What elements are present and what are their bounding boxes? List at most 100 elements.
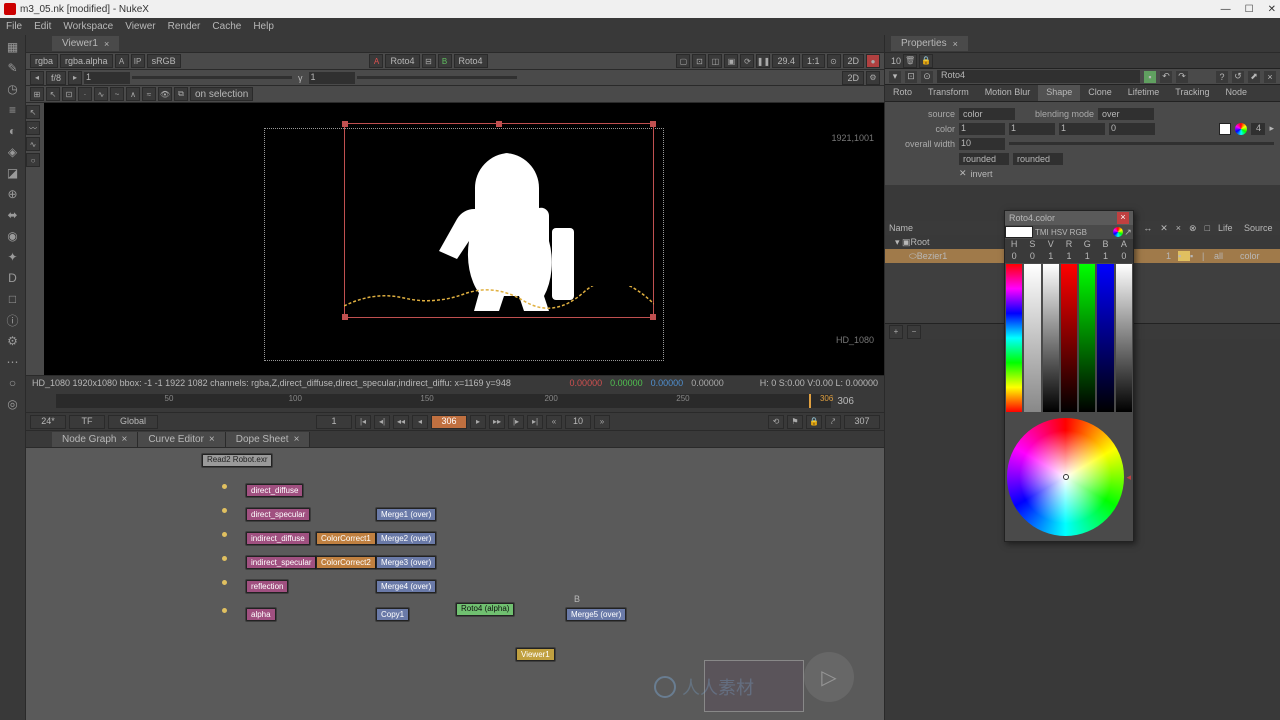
picker-close-icon[interactable]: × bbox=[1117, 212, 1129, 224]
menu-workspace[interactable]: Workspace bbox=[63, 21, 113, 32]
node-merge-5[interactable]: Merge5 (over) bbox=[566, 608, 626, 621]
playhead[interactable] bbox=[809, 394, 811, 408]
slot-b-label[interactable]: B bbox=[438, 54, 452, 68]
tab-lifetime[interactable]: Lifetime bbox=[1120, 85, 1168, 101]
next-incr-icon[interactable]: » bbox=[594, 415, 610, 429]
node-shuffle-2[interactable]: direct_specular bbox=[246, 508, 310, 521]
views-tool-icon[interactable]: □ bbox=[5, 291, 21, 307]
node-shuffle-6[interactable]: alpha bbox=[246, 608, 276, 621]
menu-render[interactable]: Render bbox=[168, 21, 201, 32]
invert-checkbox[interactable]: ✕ bbox=[959, 168, 967, 179]
record-icon[interactable]: ● bbox=[866, 54, 880, 68]
prev-frame-icon[interactable]: ◂◂ bbox=[393, 415, 409, 429]
toolsets-tool-icon[interactable]: ⚙ bbox=[5, 333, 21, 349]
close-tab-icon[interactable]: × bbox=[104, 39, 109, 49]
roto-selectall-icon[interactable]: ⊡ bbox=[62, 87, 76, 101]
colorspace-select[interactable]: sRGB bbox=[147, 54, 181, 68]
col-name[interactable]: Name bbox=[885, 223, 1005, 233]
node-roto[interactable]: Roto4 (alpha) bbox=[456, 603, 514, 616]
exposure-slider[interactable] bbox=[132, 76, 292, 79]
width-field[interactable]: 10 bbox=[959, 138, 1005, 150]
node-clone-icon[interactable]: ⊡ bbox=[905, 71, 917, 83]
viewer-canvas[interactable]: 1921,1001 HD_1080 bbox=[44, 103, 884, 375]
filter-tool-icon[interactable]: ◈ bbox=[5, 144, 21, 160]
node-copy[interactable]: Copy1 bbox=[376, 608, 409, 621]
color-tool-icon[interactable]: ◐ bbox=[5, 123, 21, 139]
channel-tool-icon[interactable]: ≡ bbox=[5, 102, 21, 118]
picker-color-wheel[interactable]: ◂ bbox=[1005, 413, 1133, 541]
prev-incr-icon[interactable]: « bbox=[546, 415, 562, 429]
picker-dropper-icon[interactable]: ↗ bbox=[1123, 227, 1133, 238]
blend-select[interactable]: over bbox=[1098, 108, 1154, 120]
channel-select[interactable]: rgba bbox=[30, 54, 58, 68]
all-plugins-icon[interactable]: ◎ bbox=[5, 396, 21, 412]
color-swatch[interactable] bbox=[1219, 123, 1231, 135]
node-name-field[interactable]: Roto4 bbox=[937, 70, 1140, 83]
step-field[interactable]: 10 bbox=[565, 415, 591, 429]
overscan-icon[interactable]: ⊡ bbox=[692, 54, 706, 68]
tab-node[interactable]: Node bbox=[1217, 85, 1255, 101]
close-button[interactable]: ✕ bbox=[1268, 4, 1276, 15]
node-cc-2[interactable]: ColorCorrect2 bbox=[316, 556, 376, 569]
del-shape-button[interactable]: − bbox=[907, 325, 921, 339]
play-fwd-icon[interactable]: ▸ bbox=[470, 415, 486, 429]
cap-start-select[interactable]: rounded bbox=[959, 153, 1009, 165]
node-graph[interactable]: Read2 Robot.exr direct_diffuse direct_sp… bbox=[26, 448, 884, 720]
tab-clone[interactable]: Clone bbox=[1080, 85, 1120, 101]
next-frame-icon[interactable]: ▸▸ bbox=[489, 415, 505, 429]
maximize-button[interactable]: ☐ bbox=[1245, 4, 1254, 15]
play-back-icon[interactable]: ◂ bbox=[412, 415, 428, 429]
node-collapse-icon[interactable]: ▾ bbox=[889, 71, 901, 83]
menu-file[interactable]: File bbox=[6, 21, 22, 32]
alpha-toggle[interactable]: A bbox=[115, 54, 129, 68]
node-read[interactable]: Read2 Robot.exr bbox=[202, 454, 272, 467]
time-tool-icon[interactable]: ◷ bbox=[5, 81, 21, 97]
tab-tracking[interactable]: Tracking bbox=[1167, 85, 1217, 101]
roto-mode-select[interactable]: on selection bbox=[190, 87, 253, 101]
node-float-icon[interactable]: ⬈ bbox=[1248, 71, 1260, 83]
layer-select[interactable]: rgba.alpha bbox=[60, 54, 113, 68]
roto-link-icon[interactable]: ⧉ bbox=[174, 87, 188, 101]
node-close-icon[interactable]: × bbox=[1264, 71, 1276, 83]
3d-tool-icon[interactable]: ◉ bbox=[5, 228, 21, 244]
roto-feather-icon[interactable]: ≈ bbox=[142, 87, 156, 101]
picker-wheel-icon[interactable] bbox=[1113, 227, 1123, 237]
flag-icon[interactable]: ⚑ bbox=[787, 415, 803, 429]
prev-fstop-icon[interactable]: ◂ bbox=[30, 71, 44, 85]
gamma-slider[interactable] bbox=[357, 76, 517, 79]
gamma-field[interactable]: 1 bbox=[309, 72, 355, 84]
picker-sliders[interactable] bbox=[1005, 263, 1133, 413]
color-g[interactable]: 1 bbox=[1009, 123, 1055, 135]
source-select[interactable]: color bbox=[959, 108, 1015, 120]
merge-tool-icon[interactable]: ⊕ bbox=[5, 186, 21, 202]
hue-marker-icon[interactable]: ◂ bbox=[1126, 472, 1131, 483]
lock-icon[interactable]: 🔒 bbox=[806, 415, 822, 429]
keyer-tool-icon[interactable]: ◪ bbox=[5, 165, 21, 181]
menu-help[interactable]: Help bbox=[253, 21, 274, 32]
ratio-select[interactable]: 1:1 bbox=[802, 54, 825, 68]
menu-edit[interactable]: Edit bbox=[34, 21, 51, 32]
viewer-settings-icon[interactable]: ⚙ bbox=[866, 71, 880, 85]
start-frame[interactable]: 1 bbox=[316, 415, 352, 429]
metadata-tool-icon[interactable]: ⓘ bbox=[5, 312, 21, 328]
width-slider[interactable] bbox=[1009, 142, 1274, 145]
color-b[interactable]: 1 bbox=[1059, 123, 1105, 135]
node-undo-icon[interactable]: ↶ bbox=[1160, 71, 1172, 83]
clear-props-icon[interactable]: 🗑 bbox=[903, 54, 917, 68]
tab-motionblur[interactable]: Motion Blur bbox=[977, 85, 1039, 101]
node-cc-1[interactable]: ColorCorrect1 bbox=[316, 532, 376, 545]
roto-curve-icon[interactable]: ∿ bbox=[94, 87, 108, 101]
node-center-icon[interactable]: ⊙ bbox=[921, 71, 933, 83]
node-merge-1[interactable]: Merge1 (over) bbox=[376, 508, 436, 521]
particles-tool-icon[interactable]: ✦ bbox=[5, 249, 21, 265]
deep-tool-icon[interactable]: D bbox=[5, 270, 21, 286]
viewer-tab[interactable]: Viewer1× bbox=[52, 36, 119, 51]
tab-curve-editor[interactable]: Curve Editor× bbox=[138, 432, 225, 447]
other-tool-icon[interactable]: ⋯ bbox=[5, 354, 21, 370]
proxy-icon[interactable]: ▣ bbox=[724, 54, 738, 68]
tab-shape[interactable]: Shape bbox=[1038, 85, 1080, 101]
node-color-icon[interactable]: ▪ bbox=[1144, 71, 1156, 83]
furnace-tool-icon[interactable]: ○ bbox=[5, 375, 21, 391]
refresh-icon[interactable]: ⟳ bbox=[740, 54, 754, 68]
tab-transform[interactable]: Transform bbox=[920, 85, 977, 101]
